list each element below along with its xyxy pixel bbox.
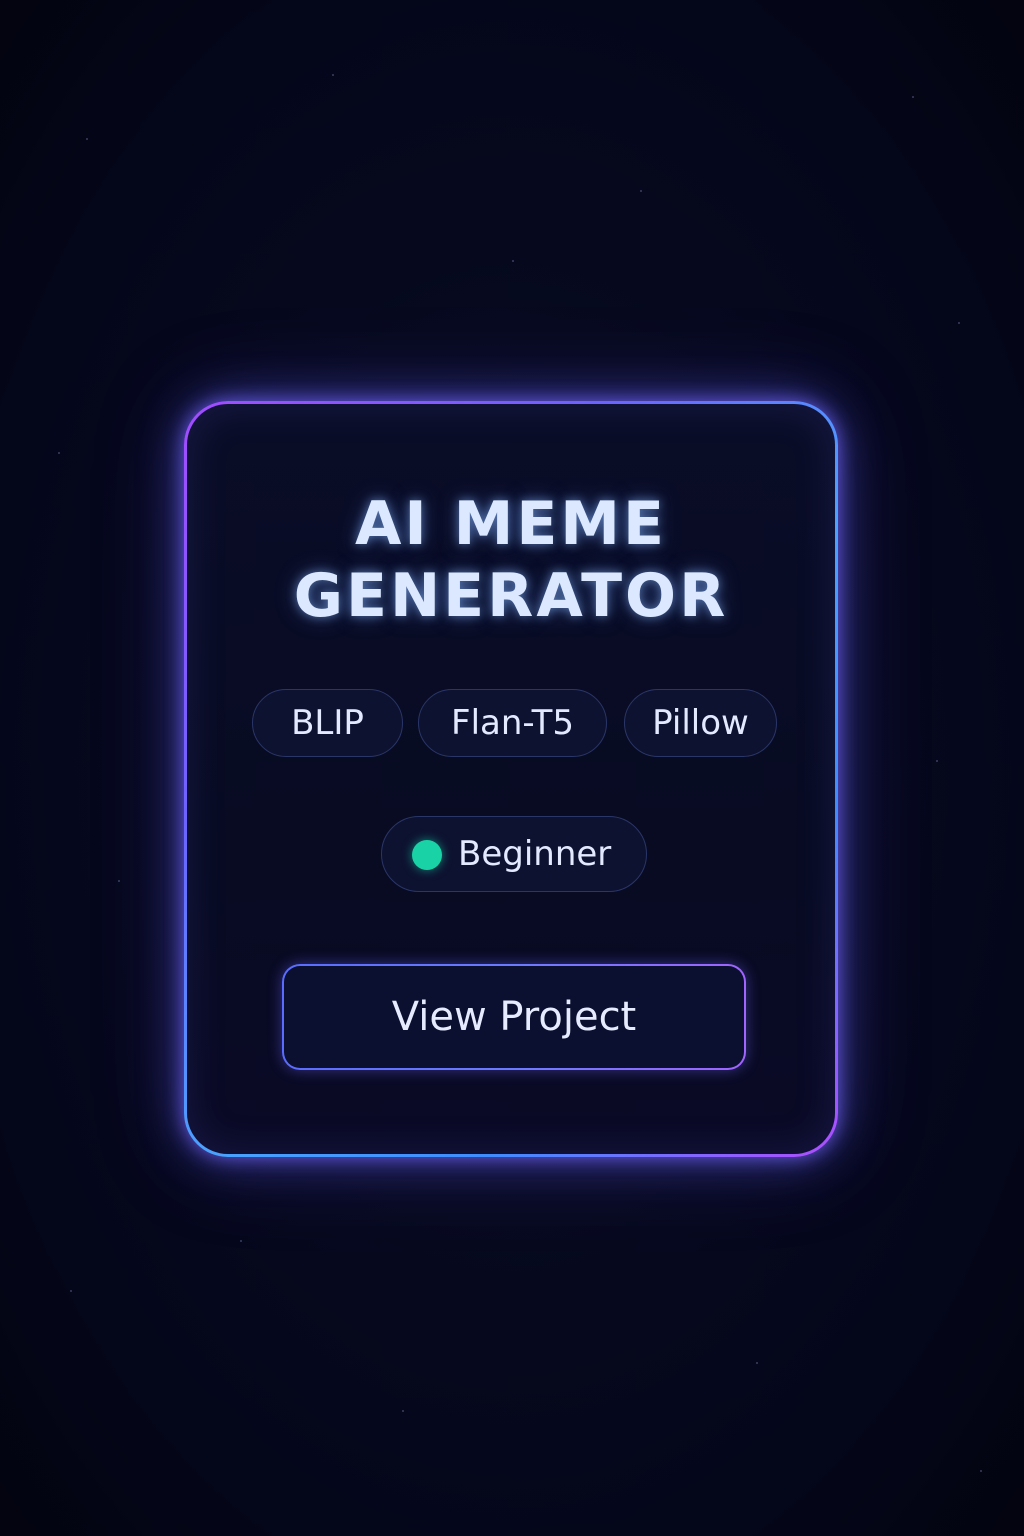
star	[912, 96, 914, 98]
project-card: AI MEME GENERATOR BLIP Flan-T5 Pillow Be…	[184, 401, 838, 1157]
tech-tags: BLIP Flan-T5 Pillow	[187, 689, 835, 759]
view-project-button-label: View Project	[284, 966, 744, 1068]
star	[86, 138, 88, 140]
star	[958, 322, 960, 324]
star	[332, 74, 334, 76]
project-title-line-1: AI MEME	[354, 489, 668, 559]
project-title-line-2: GENERATOR	[293, 561, 729, 631]
project-card-body: AI MEME GENERATOR BLIP Flan-T5 Pillow Be…	[187, 404, 835, 1154]
tag-flan-t5: Flan-T5	[418, 689, 607, 757]
star	[70, 1290, 72, 1292]
star	[756, 1362, 758, 1364]
star	[936, 760, 938, 762]
star	[118, 880, 120, 882]
tag-pillow: Pillow	[624, 689, 777, 757]
difficulty-label: Beginner	[458, 834, 612, 874]
status-dot-icon	[412, 840, 442, 870]
star	[58, 452, 60, 454]
star	[240, 1240, 242, 1242]
tag-blip: BLIP	[252, 689, 403, 757]
view-project-button[interactable]: View Project	[282, 964, 746, 1070]
project-title: AI MEME GENERATOR	[187, 488, 835, 632]
star	[402, 1410, 404, 1412]
difficulty-badge: Beginner	[381, 816, 647, 892]
star	[640, 190, 642, 192]
star	[980, 1470, 982, 1472]
star	[512, 260, 514, 262]
